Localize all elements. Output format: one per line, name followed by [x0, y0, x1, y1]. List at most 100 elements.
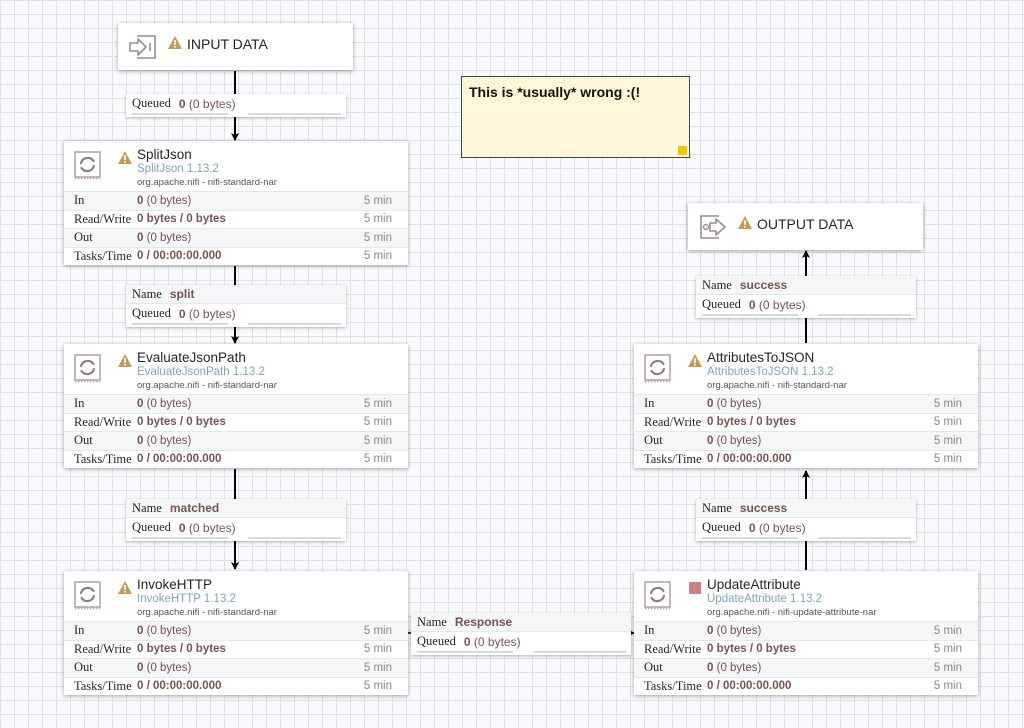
- output-port[interactable]: OUTPUT DATA: [688, 203, 923, 250]
- queue-backpressure-bars: [126, 537, 346, 541]
- stat-window: 5 min: [363, 680, 392, 693]
- processor-type: UpdateAttribute 1.13.2: [707, 593, 823, 605]
- read-write-value: 0 bytes / 0 bytes: [137, 416, 226, 429]
- processor-icon: [74, 581, 101, 610]
- object-threshold-bar: [132, 323, 228, 325]
- stat-label: In: [74, 396, 85, 411]
- stopped-icon[interactable]: [689, 582, 701, 594]
- tasks-value: 0 / 00:00:00.000: [137, 680, 222, 693]
- processor-type: SplitJson 1.13.2: [137, 163, 219, 175]
- size-threshold-bar: [818, 537, 911, 539]
- queued-count: 0: [178, 520, 186, 535]
- stat-row-tasks-time: Tasks/Time 0 / 00:00:00.000 5 min: [64, 449, 408, 469]
- warning-icon[interactable]: [118, 151, 132, 164]
- out-size: (0 bytes): [146, 231, 192, 244]
- stat-row-tasks-time: Tasks/Time 0 / 00:00:00.000 5 min: [64, 246, 408, 266]
- connection-queued-row: Queued 0 (0 bytes): [696, 518, 916, 537]
- processor-bundle: org.apache.nifi - nifi-standard-nar: [137, 607, 277, 618]
- stat-window: 5 min: [363, 397, 392, 410]
- connection-name: Response: [454, 615, 513, 629]
- processor-attributestojson[interactable]: AttributesToJSON AttributesToJSON 1.13.2…: [634, 344, 978, 468]
- out-size: (0 bytes): [716, 434, 762, 447]
- warning-icon[interactable]: [688, 354, 702, 367]
- stat-row-in: In 0 (0 bytes) 5 min: [64, 191, 408, 210]
- queued-count: 0: [748, 520, 756, 535]
- processor-updateattribute[interactable]: UpdateAttribute UpdateAttribute 1.13.2 o…: [634, 571, 978, 695]
- processor-splitjson[interactable]: SplitJson SplitJson 1.13.2 org.apache.ni…: [64, 141, 408, 265]
- size-threshold-bar: [248, 113, 341, 115]
- connection-name: success: [739, 278, 788, 292]
- warning-icon[interactable]: [118, 354, 132, 367]
- size-threshold-bar: [248, 323, 341, 325]
- read-write-value: 0 bytes / 0 bytes: [707, 416, 796, 429]
- stat-window: 5 min: [363, 453, 392, 466]
- warning-icon[interactable]: [738, 216, 752, 229]
- queued-label: Queued: [132, 96, 171, 110]
- stat-window: 5 min: [933, 661, 962, 674]
- processor-type: InvokeHTTP 1.13.2: [137, 593, 236, 605]
- in-size: (0 bytes): [146, 194, 192, 207]
- queue-backpressure-bars: [696, 314, 916, 318]
- stat-row-out: Out 0 (0 bytes) 5 min: [634, 431, 978, 450]
- queued-count: 0: [178, 96, 186, 111]
- stat-window: 5 min: [363, 194, 392, 207]
- queued-size: (0 bytes): [473, 634, 521, 649]
- flow-canvas[interactable]: INPUT DATA OUTPUT DATA This is *usually*…: [0, 0, 1024, 728]
- tasks-value: 0 / 00:00:00.000: [137, 250, 222, 263]
- stat-row-read-write: Read/Write 0 bytes / 0 bytes 5 min: [634, 412, 978, 432]
- stat-window: 5 min: [363, 231, 392, 244]
- object-threshold-bar: [417, 651, 513, 653]
- stat-row-read-write: Read/Write 0 bytes / 0 bytes 5 min: [634, 639, 978, 659]
- stat-row-out: Out 0 (0 bytes) 5 min: [64, 658, 408, 677]
- connection-split[interactable]: Name split Queued 0 (0 bytes): [126, 285, 346, 327]
- stat-row-read-write: Read/Write 0 bytes / 0 bytes 5 min: [64, 209, 408, 229]
- queued-label: Queued: [702, 297, 741, 311]
- processor-bundle: org.apache.nifi - nifi-standard-nar: [707, 380, 847, 391]
- queued-size: (0 bytes): [188, 96, 236, 111]
- warning-icon[interactable]: [168, 36, 182, 49]
- queue-backpressure-bars: [411, 651, 631, 655]
- stat-row-out: Out 0 (0 bytes) 5 min: [64, 228, 408, 247]
- stat-label: In: [644, 623, 655, 638]
- stat-window: 5 min: [363, 434, 392, 447]
- out-count: 0: [137, 231, 144, 244]
- warning-icon[interactable]: [118, 581, 132, 594]
- connection-success-output[interactable]: Name success Queued 0 (0 bytes): [696, 276, 916, 318]
- processor-icon: [74, 151, 101, 180]
- stat-window: 5 min: [363, 661, 392, 674]
- connection-matched[interactable]: Name matched Queued 0 (0 bytes): [126, 499, 346, 541]
- processor-evaluatejsonpath[interactable]: EvaluateJsonPath EvaluateJsonPath 1.13.2…: [64, 344, 408, 468]
- stat-window: 5 min: [933, 453, 962, 466]
- input-port-icon: [129, 35, 156, 59]
- connection-queued-row: Queued 0 (0 bytes): [411, 632, 631, 651]
- canvas-label[interactable]: This is *usually* wrong :(!: [461, 76, 690, 158]
- connection-success-update[interactable]: Name success Queued 0 (0 bytes): [696, 499, 916, 541]
- connection-name-row: Name split: [126, 285, 346, 304]
- queued-count: 0: [178, 306, 186, 321]
- stat-label: Tasks/Time: [74, 451, 132, 466]
- in-size: (0 bytes): [146, 624, 192, 637]
- connection-response[interactable]: Name Response Queued 0 (0 bytes): [411, 613, 631, 655]
- in-size: (0 bytes): [146, 397, 192, 410]
- stat-label: Out: [644, 660, 663, 675]
- processor-icon: [644, 354, 671, 383]
- stat-window: 5 min: [363, 643, 392, 656]
- stat-label: In: [74, 193, 85, 208]
- label-resize-handle[interactable]: [678, 146, 687, 155]
- connection-name: matched: [169, 501, 220, 515]
- out-size: (0 bytes): [146, 661, 192, 674]
- connection-queued-row: Queued 0 (0 bytes): [126, 304, 346, 323]
- stat-window: 5 min: [363, 250, 392, 263]
- processor-name: UpdateAttribute: [707, 577, 801, 592]
- connection-name: success: [739, 501, 788, 515]
- queued-label: Queued: [132, 520, 171, 534]
- processor-invokehttp[interactable]: InvokeHTTP InvokeHTTP 1.13.2 org.apache.…: [64, 571, 408, 695]
- input-port[interactable]: INPUT DATA: [118, 23, 353, 70]
- queued-count: 0: [748, 297, 756, 312]
- stat-row-in: In 0 (0 bytes) 5 min: [634, 621, 978, 640]
- connection-queued-row: Queued 0 (0 bytes): [126, 94, 346, 113]
- in-size: (0 bytes): [716, 624, 762, 637]
- connection-input-splitjson[interactable]: Queued 0 (0 bytes): [126, 94, 346, 117]
- stat-window: 5 min: [933, 624, 962, 637]
- name-label: Name: [417, 614, 447, 629]
